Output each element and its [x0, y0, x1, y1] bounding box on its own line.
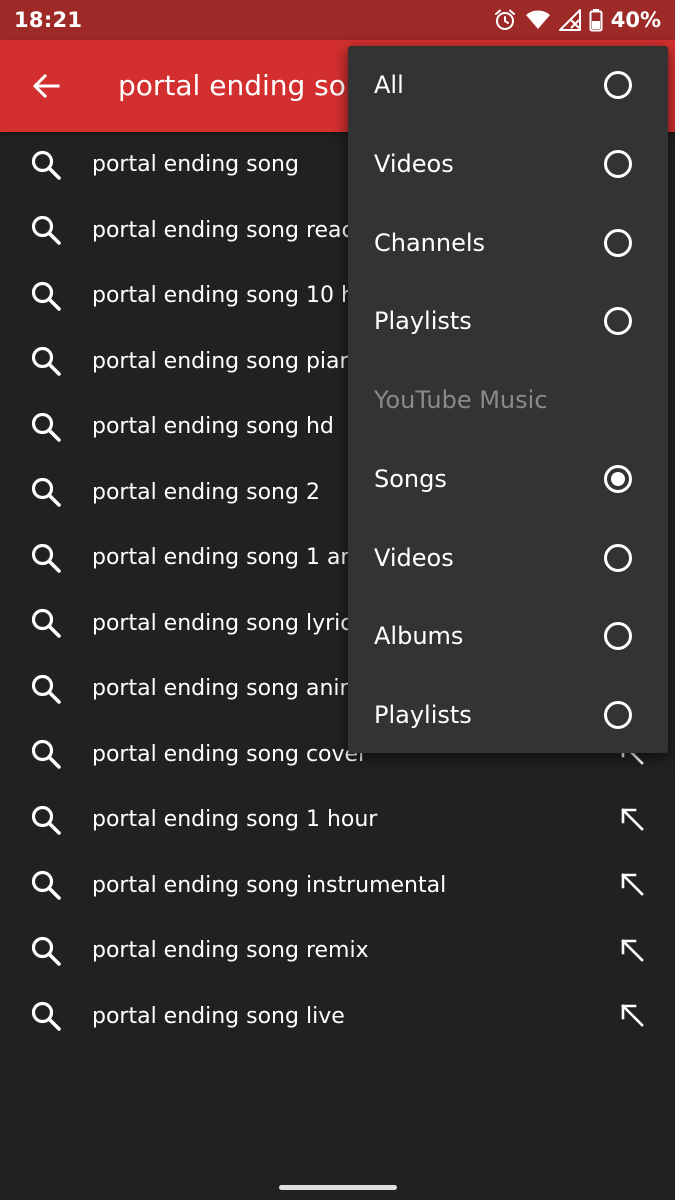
suggestion-text: portal ending song piano: [92, 348, 367, 374]
suggestion-text: portal ending song instrumental: [92, 872, 447, 898]
arrow-up-left-icon[interactable]: [619, 871, 647, 899]
arrow-up-left-icon[interactable]: [619, 937, 647, 965]
filter-option-label: Videos: [374, 543, 454, 572]
radio-unchecked-icon[interactable]: [604, 150, 632, 179]
search-icon: [31, 478, 61, 508]
status-time: 18:21: [14, 8, 83, 32]
filter-option-playlists[interactable]: Playlists: [348, 676, 668, 755]
arrow-left-icon: [32, 73, 60, 99]
filter-option-label: Videos: [374, 150, 454, 179]
suggestion-text: portal ending song live: [92, 1003, 345, 1029]
suggestion-text: portal ending song 1 hour: [92, 807, 378, 833]
status-icons: 40%: [493, 8, 661, 32]
filter-option-videos[interactable]: Videos: [348, 518, 668, 597]
suggestion-item-13[interactable]: portal ending song remix: [0, 918, 675, 984]
filter-option-channels[interactable]: Channels: [348, 203, 668, 282]
search-icon: [31, 740, 61, 770]
filter-option-label: Playlists: [374, 700, 472, 729]
search-icon: [31, 871, 61, 901]
status-bar: 18:21 40%: [0, 0, 675, 40]
search-icon: [31, 347, 61, 377]
search-icon: [31, 150, 61, 180]
arrow-up-left-icon[interactable]: [619, 1002, 647, 1030]
suggestion-text: portal ending song remix: [92, 938, 369, 964]
filter-option-label: Playlists: [374, 307, 472, 336]
search-icon: [31, 412, 61, 442]
radio-unchecked-icon[interactable]: [604, 543, 632, 572]
suggestion-text: portal ending song hd: [92, 414, 334, 440]
filter-option-label: YouTube Music: [374, 386, 548, 415]
radio-unchecked-icon[interactable]: [604, 71, 632, 100]
search-icon: [31, 609, 61, 639]
suggestion-item-11[interactable]: portal ending song 1 hour: [0, 787, 675, 853]
filter-option-label: Albums: [374, 622, 464, 651]
filter-option-label: Songs: [374, 464, 447, 493]
search-icon: [31, 936, 61, 966]
search-filter-menu: All Videos Channels Playlists YouTube Music S…: [348, 46, 668, 753]
search-icon: [31, 543, 61, 573]
filter-option-label: Channels: [374, 228, 486, 257]
suggestion-text: portal ending song cover: [92, 741, 368, 767]
radio-unchecked-icon[interactable]: [604, 307, 632, 336]
back-button[interactable]: [22, 62, 70, 110]
filter-option-all[interactable]: All: [348, 46, 668, 125]
wifi-icon: [525, 8, 551, 32]
arrow-up-left-icon[interactable]: [619, 806, 647, 834]
menu-section-header-youtube-music: YouTube Music: [348, 361, 668, 440]
radio-checked-icon[interactable]: [604, 464, 632, 493]
radio-unchecked-icon[interactable]: [604, 622, 632, 651]
filter-option-songs[interactable]: Songs: [348, 440, 668, 519]
filter-option-videos[interactable]: Videos: [348, 125, 668, 204]
radio-unchecked-icon[interactable]: [604, 228, 632, 257]
battery-percentage: 40%: [610, 8, 661, 32]
suggestion-text: portal ending song 2: [92, 479, 320, 505]
search-icon: [31, 805, 61, 835]
search-icon: [31, 674, 61, 704]
cell-signal-icon: [558, 8, 581, 32]
battery-icon: [589, 8, 603, 32]
suggestion-item-12[interactable]: portal ending song instrumental: [0, 853, 675, 919]
suggestion-text: portal ending song: [92, 152, 299, 178]
search-icon: [31, 281, 61, 311]
alarm-icon: [493, 8, 517, 32]
radio-unchecked-icon[interactable]: [604, 700, 632, 729]
suggestion-text: portal ending song 1 and 2: [92, 545, 390, 571]
filter-option-label: All: [374, 71, 404, 100]
search-icon: [31, 216, 61, 246]
search-icon: [31, 1002, 61, 1032]
filter-option-albums[interactable]: Albums: [348, 597, 668, 676]
navigation-handle[interactable]: [279, 1185, 397, 1190]
suggestion-item-14[interactable]: portal ending song live: [0, 984, 675, 1050]
suggestion-text: portal ending song lyrics: [92, 610, 364, 636]
filter-option-playlists[interactable]: Playlists: [348, 282, 668, 361]
